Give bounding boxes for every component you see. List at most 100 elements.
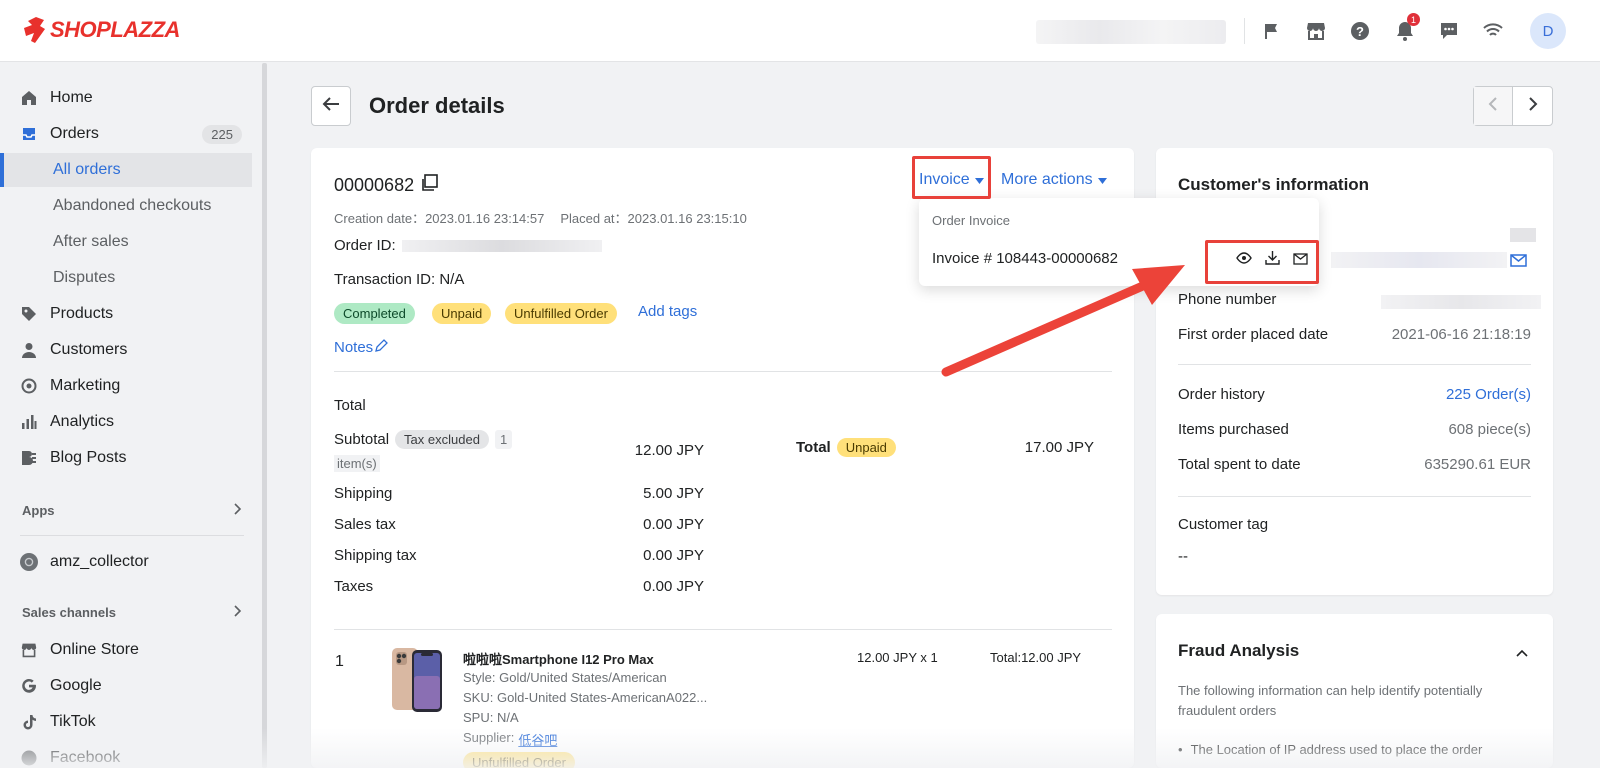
facebook-icon	[20, 749, 38, 767]
sidebar-item-customers[interactable]: Customers	[0, 332, 252, 368]
chevron-left-icon	[1488, 96, 1498, 116]
order-id-row: Order ID:	[334, 237, 602, 254]
order-id-redacted	[401, 239, 602, 252]
tiktok-icon	[20, 713, 38, 731]
sidebar-item-after-sales[interactable]: After sales	[0, 225, 252, 259]
orders-count-badge: 225	[202, 124, 242, 144]
sidebar-section-sales-channels[interactable]: Sales channels	[22, 605, 242, 620]
fraud-bullet-text: The Location of IP address used to place…	[1190, 742, 1483, 757]
wifi-icon[interactable]	[1481, 19, 1505, 43]
shipping-label: Shipping	[334, 485, 393, 502]
shipping-tax-label: Shipping tax	[334, 547, 417, 564]
more-actions-dropdown[interactable]: More actions	[1001, 171, 1107, 189]
taxes-value: 0.00 JPY	[643, 578, 704, 595]
notes-link[interactable]: Notes	[334, 339, 389, 356]
pencil-icon	[375, 339, 389, 356]
annotation-arrow	[941, 265, 1185, 377]
grand-total-label: Total	[796, 439, 831, 456]
sidebar-item-label: Online Store	[50, 641, 139, 658]
sidebar-item-google[interactable]: Google	[0, 668, 252, 704]
placed-date-label: Placed at：	[560, 211, 628, 226]
sidebar-item-all-orders[interactable]: All orders	[0, 153, 252, 187]
next-order-button[interactable]	[1513, 87, 1552, 125]
subtotal-label: Subtotal	[334, 431, 390, 448]
arrow-left-icon	[322, 96, 340, 116]
status-badge-unfulfilled: Unfulfilled Order	[505, 303, 617, 324]
bar-chart-icon	[20, 413, 38, 431]
invoice-actions-highlight-box	[1205, 240, 1319, 284]
product-title[interactable]: 啦啦啦Smartphone I12 Pro Max	[463, 649, 654, 668]
google-icon	[20, 677, 38, 695]
sidebar-section-apps[interactable]: Apps	[22, 503, 242, 518]
placed-date-value: 2023.01.16 23:15:10	[627, 211, 747, 226]
sidebar-item-online-store[interactable]: Online Store	[0, 632, 252, 668]
sales-channels-section-title: Sales channels	[22, 605, 116, 620]
creation-date-label: Creation date：	[334, 211, 426, 226]
chevron-up-icon[interactable]	[1516, 644, 1528, 661]
product-thumbnail[interactable]	[390, 646, 444, 714]
section-divider	[1178, 364, 1531, 365]
flag-icon[interactable]	[1260, 19, 1284, 43]
customer-card-title: Customer's information	[1178, 175, 1370, 194]
page-title: Order details	[369, 93, 505, 118]
copy-icon[interactable]	[420, 174, 438, 197]
user-avatar[interactable]: D	[1530, 13, 1566, 49]
shipping-value: 5.00 JPY	[643, 485, 704, 502]
sidebar-item-label: Marketing	[50, 377, 121, 394]
sidebar-item-facebook[interactable]: Facebook	[0, 740, 252, 768]
sidebar-scrollbar[interactable]	[262, 63, 267, 768]
sidebar-item-disputes[interactable]: Disputes	[0, 261, 252, 295]
email-icon[interactable]	[1510, 254, 1527, 271]
sidebar-item-orders[interactable]: Orders 225	[0, 116, 252, 152]
sidebar-item-home[interactable]: Home	[0, 80, 252, 116]
chat-icon[interactable]	[1437, 19, 1461, 43]
fulfillment-status-badge: Unfulfilled Order	[463, 752, 575, 768]
grand-total-value: 17.00 JPY	[1024, 439, 1094, 456]
sales-tax-label: Sales tax	[334, 516, 396, 533]
chevron-right-icon	[232, 605, 242, 620]
sidebar-item-tiktok[interactable]: TikTok	[0, 704, 252, 740]
supplier-link[interactable]: 低谷吧	[518, 730, 557, 749]
customer-tag-value: --	[1178, 548, 1188, 565]
notification-badge: 1	[1407, 13, 1420, 26]
sidebar-item-label: Customers	[50, 341, 128, 358]
total-spent-label: Total spent to date	[1178, 456, 1301, 473]
items-purchased-label: Items purchased	[1178, 421, 1289, 438]
fraud-card-title: Fraud Analysis	[1178, 641, 1300, 660]
add-tags-link[interactable]: Add tags	[638, 303, 697, 320]
order-id-label: Order ID:	[334, 237, 396, 254]
order-history-link[interactable]: 225 Order(s)	[1331, 386, 1531, 403]
previous-order-button[interactable]	[1474, 87, 1514, 125]
more-actions-label: More actions	[1001, 171, 1093, 188]
tag-icon	[20, 305, 38, 323]
line-item-price-qty: 12.00 JPY x 1	[857, 650, 938, 665]
sidebar-item-abandoned-checkouts[interactable]: Abandoned checkouts	[0, 189, 252, 223]
status-badge-completed: Completed	[334, 303, 415, 324]
order-history-label: Order history	[1178, 386, 1265, 403]
transaction-id: Transaction ID: N/A	[334, 271, 465, 288]
store-icon[interactable]	[1304, 19, 1328, 43]
sidebar-item-label: amz_collector	[50, 553, 149, 570]
sidebar-item-analytics[interactable]: Analytics	[0, 404, 252, 440]
subtotal-row: Subtotal Tax excluded 1	[334, 430, 513, 449]
store-name-redacted[interactable]	[1036, 20, 1226, 44]
marketing-icon	[20, 377, 38, 395]
sidebar-item-amz-collector[interactable]: amz_collector	[0, 544, 252, 580]
creation-date-field: Creation date：2023.01.16 23:14:57	[334, 208, 544, 227]
payment-status-badge: Unpaid	[836, 438, 896, 457]
notes-label: Notes	[334, 339, 374, 356]
help-icon[interactable]: ?	[1348, 19, 1372, 43]
sidebar-item-blog-posts[interactable]: Blog Posts	[0, 440, 252, 476]
line-item-index: 1	[335, 653, 344, 670]
customer-name-redacted	[1510, 228, 1536, 242]
items-count: 1	[494, 430, 513, 449]
shoplazza-logo[interactable]: SHOPLAZZA	[22, 16, 180, 44]
back-button[interactable]	[311, 86, 351, 126]
sidebar-item-label: Analytics	[50, 413, 115, 430]
sidebar-item-marketing[interactable]: Marketing	[0, 368, 252, 404]
app-icon	[20, 553, 38, 571]
sidebar-item-products[interactable]: Products	[0, 296, 252, 332]
customer-email-redacted	[1331, 252, 1507, 268]
store-icon	[20, 641, 38, 659]
bell-icon[interactable]: 1	[1393, 13, 1420, 43]
